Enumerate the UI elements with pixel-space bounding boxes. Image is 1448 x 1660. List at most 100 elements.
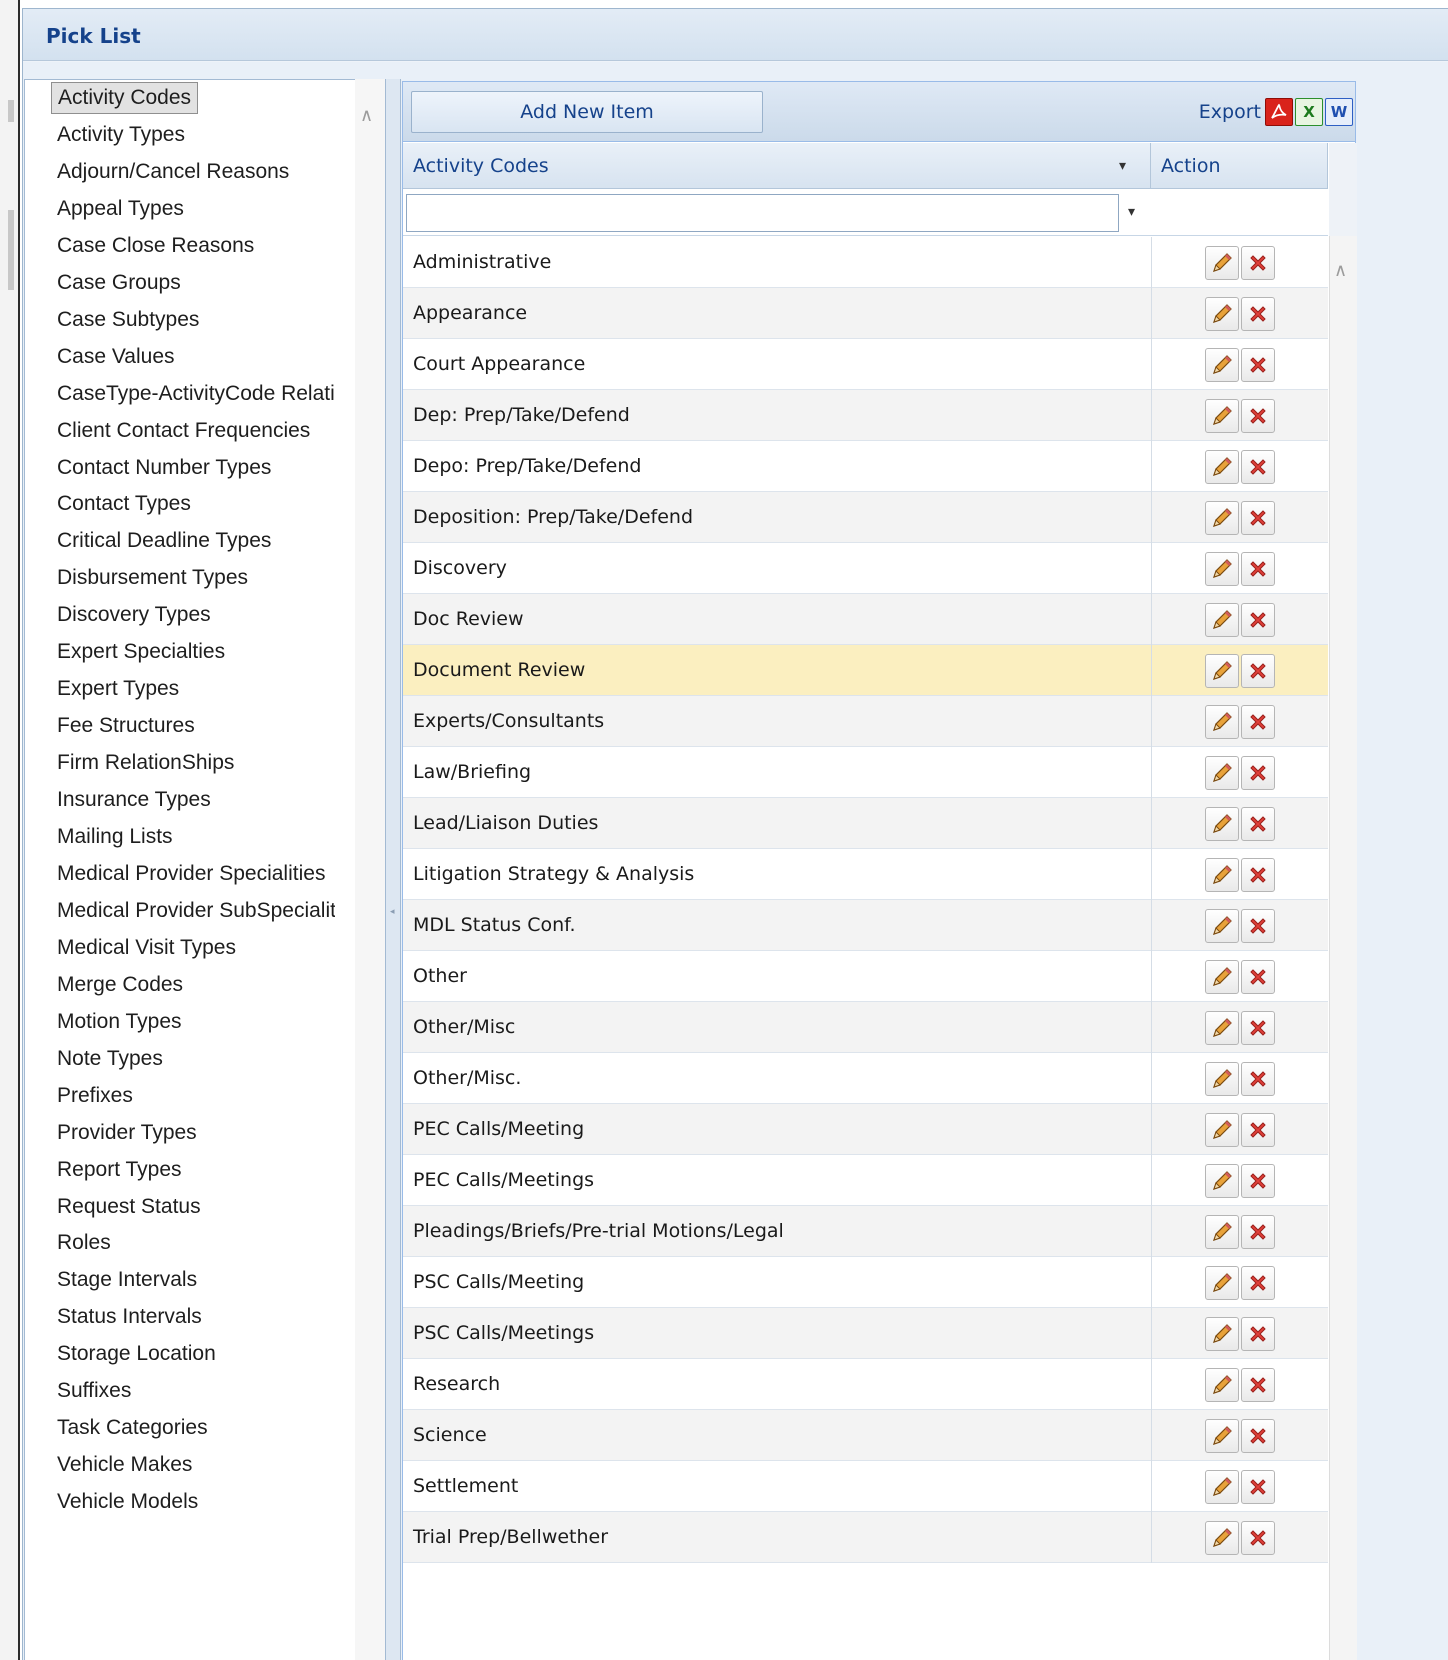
table-row[interactable]: Doc Review [403, 594, 1328, 645]
nav-item[interactable]: Roles [57, 1227, 111, 1259]
word-icon[interactable]: W [1325, 98, 1353, 126]
edit-icon[interactable] [1205, 348, 1239, 382]
edit-icon[interactable] [1205, 450, 1239, 484]
delete-icon[interactable] [1241, 909, 1275, 943]
edit-icon[interactable] [1205, 1164, 1239, 1198]
nav-item[interactable]: Task Categories [57, 1412, 208, 1444]
nav-item[interactable]: Discovery Types [57, 599, 211, 631]
nav-item[interactable]: Report Types [57, 1154, 182, 1186]
delete-icon[interactable] [1241, 1062, 1275, 1096]
edit-icon[interactable] [1205, 1266, 1239, 1300]
table-row[interactable]: Law/Briefing [403, 747, 1328, 798]
table-row[interactable]: Trial Prep/Bellwether [403, 1512, 1328, 1563]
edit-icon[interactable] [1205, 909, 1239, 943]
panel-splitter[interactable]: ◂ [385, 79, 401, 1660]
delete-icon[interactable] [1241, 501, 1275, 535]
table-row[interactable]: Research [403, 1359, 1328, 1410]
edit-icon[interactable] [1205, 1215, 1239, 1249]
edit-icon[interactable] [1205, 654, 1239, 688]
grid-scrollbar[interactable]: ∧ [1329, 236, 1357, 1660]
edit-icon[interactable] [1205, 756, 1239, 790]
filter-input[interactable] [406, 194, 1119, 232]
table-row[interactable]: Depo: Prep/Take/Defend [403, 441, 1328, 492]
delete-icon[interactable] [1241, 756, 1275, 790]
delete-icon[interactable] [1241, 1317, 1275, 1351]
nav-item[interactable]: Medical Visit Types [57, 932, 236, 964]
edit-icon[interactable] [1205, 399, 1239, 433]
table-row[interactable]: Lead/Liaison Duties [403, 798, 1328, 849]
delete-icon[interactable] [1241, 348, 1275, 382]
edit-icon[interactable] [1205, 1470, 1239, 1504]
delete-icon[interactable] [1241, 1113, 1275, 1147]
delete-icon[interactable] [1241, 246, 1275, 280]
edit-icon[interactable] [1205, 552, 1239, 586]
edit-icon[interactable] [1205, 807, 1239, 841]
pdf-icon[interactable] [1265, 98, 1293, 126]
delete-icon[interactable] [1241, 654, 1275, 688]
delete-icon[interactable] [1241, 1521, 1275, 1555]
nav-item[interactable]: Firm RelationShips [57, 747, 234, 779]
delete-icon[interactable] [1241, 960, 1275, 994]
delete-icon[interactable] [1241, 1266, 1275, 1300]
nav-item[interactable]: Case Groups [57, 267, 181, 299]
delete-icon[interactable] [1241, 1215, 1275, 1249]
nav-item[interactable]: Storage Location [57, 1338, 216, 1370]
nav-item[interactable]: Case Close Reasons [57, 230, 254, 262]
edit-icon[interactable] [1205, 297, 1239, 331]
nav-item[interactable]: Note Types [57, 1043, 163, 1075]
nav-item[interactable]: Medical Provider Specialities [57, 858, 325, 890]
edit-icon[interactable] [1205, 501, 1239, 535]
delete-icon[interactable] [1241, 705, 1275, 739]
table-row[interactable]: MDL Status Conf. [403, 900, 1328, 951]
nav-item[interactable]: Contact Number Types [57, 452, 271, 484]
edit-icon[interactable] [1205, 858, 1239, 892]
edit-icon[interactable] [1205, 1419, 1239, 1453]
column-filter-icon[interactable]: ▾ [1119, 143, 1126, 189]
nav-item[interactable]: Stage Intervals [57, 1264, 197, 1296]
edit-icon[interactable] [1205, 1062, 1239, 1096]
nav-item[interactable]: Mailing Lists [57, 821, 173, 853]
nav-item[interactable]: Fee Structures [57, 710, 195, 742]
table-row[interactable]: Document Review [403, 645, 1328, 696]
edit-icon[interactable] [1205, 1113, 1239, 1147]
table-row[interactable]: Court Appearance [403, 339, 1328, 390]
table-row[interactable]: Experts/Consultants [403, 696, 1328, 747]
add-new-item-button[interactable]: Add New Item [411, 91, 763, 133]
nav-item[interactable]: Request Status [57, 1191, 201, 1223]
nav-item[interactable]: Medical Provider SubSpecialiti [57, 895, 335, 927]
table-row[interactable]: Litigation Strategy & Analysis [403, 849, 1328, 900]
nav-item[interactable]: Suffixes [57, 1375, 131, 1407]
table-row[interactable]: Administrative [403, 237, 1328, 288]
table-row[interactable]: Other/Misc. [403, 1053, 1328, 1104]
table-row[interactable]: Dep: Prep/Take/Defend [403, 390, 1328, 441]
nav-item[interactable]: Vehicle Models [57, 1486, 198, 1518]
edit-icon[interactable] [1205, 603, 1239, 637]
table-row[interactable]: Other [403, 951, 1328, 1002]
nav-item[interactable]: Status Intervals [57, 1301, 202, 1333]
table-row[interactable]: Settlement [403, 1461, 1328, 1512]
delete-icon[interactable] [1241, 1164, 1275, 1198]
nav-item[interactable]: Activity Types [57, 119, 185, 151]
edit-icon[interactable] [1205, 1011, 1239, 1045]
scroll-up-icon[interactable]: ∧ [360, 105, 373, 126]
edit-icon[interactable] [1205, 246, 1239, 280]
edit-icon[interactable] [1205, 960, 1239, 994]
nav-item[interactable]: Case Values [57, 341, 175, 373]
collapse-arrow-icon[interactable]: ◂ [390, 907, 395, 917]
scroll-up-icon[interactable]: ∧ [1334, 260, 1347, 281]
nav-item[interactable]: Disbursement Types [57, 562, 248, 594]
edit-icon[interactable] [1205, 1521, 1239, 1555]
column-header-activity-codes[interactable]: Activity Codes ▾ [403, 143, 1151, 189]
nav-item[interactable]: Case Subtypes [57, 304, 199, 336]
table-row[interactable]: PSC Calls/Meeting [403, 1257, 1328, 1308]
delete-icon[interactable] [1241, 297, 1275, 331]
delete-icon[interactable] [1241, 858, 1275, 892]
nav-item[interactable]: Merge Codes [57, 969, 183, 1001]
table-row[interactable]: Other/Misc [403, 1002, 1328, 1053]
edit-icon[interactable] [1205, 1317, 1239, 1351]
nav-scrollbar[interactable]: ∧ [355, 79, 385, 1660]
nav-item[interactable]: Client Contact Frequencies [57, 415, 310, 447]
nav-item[interactable]: Motion Types [57, 1006, 182, 1038]
delete-icon[interactable] [1241, 1470, 1275, 1504]
edit-icon[interactable] [1205, 705, 1239, 739]
